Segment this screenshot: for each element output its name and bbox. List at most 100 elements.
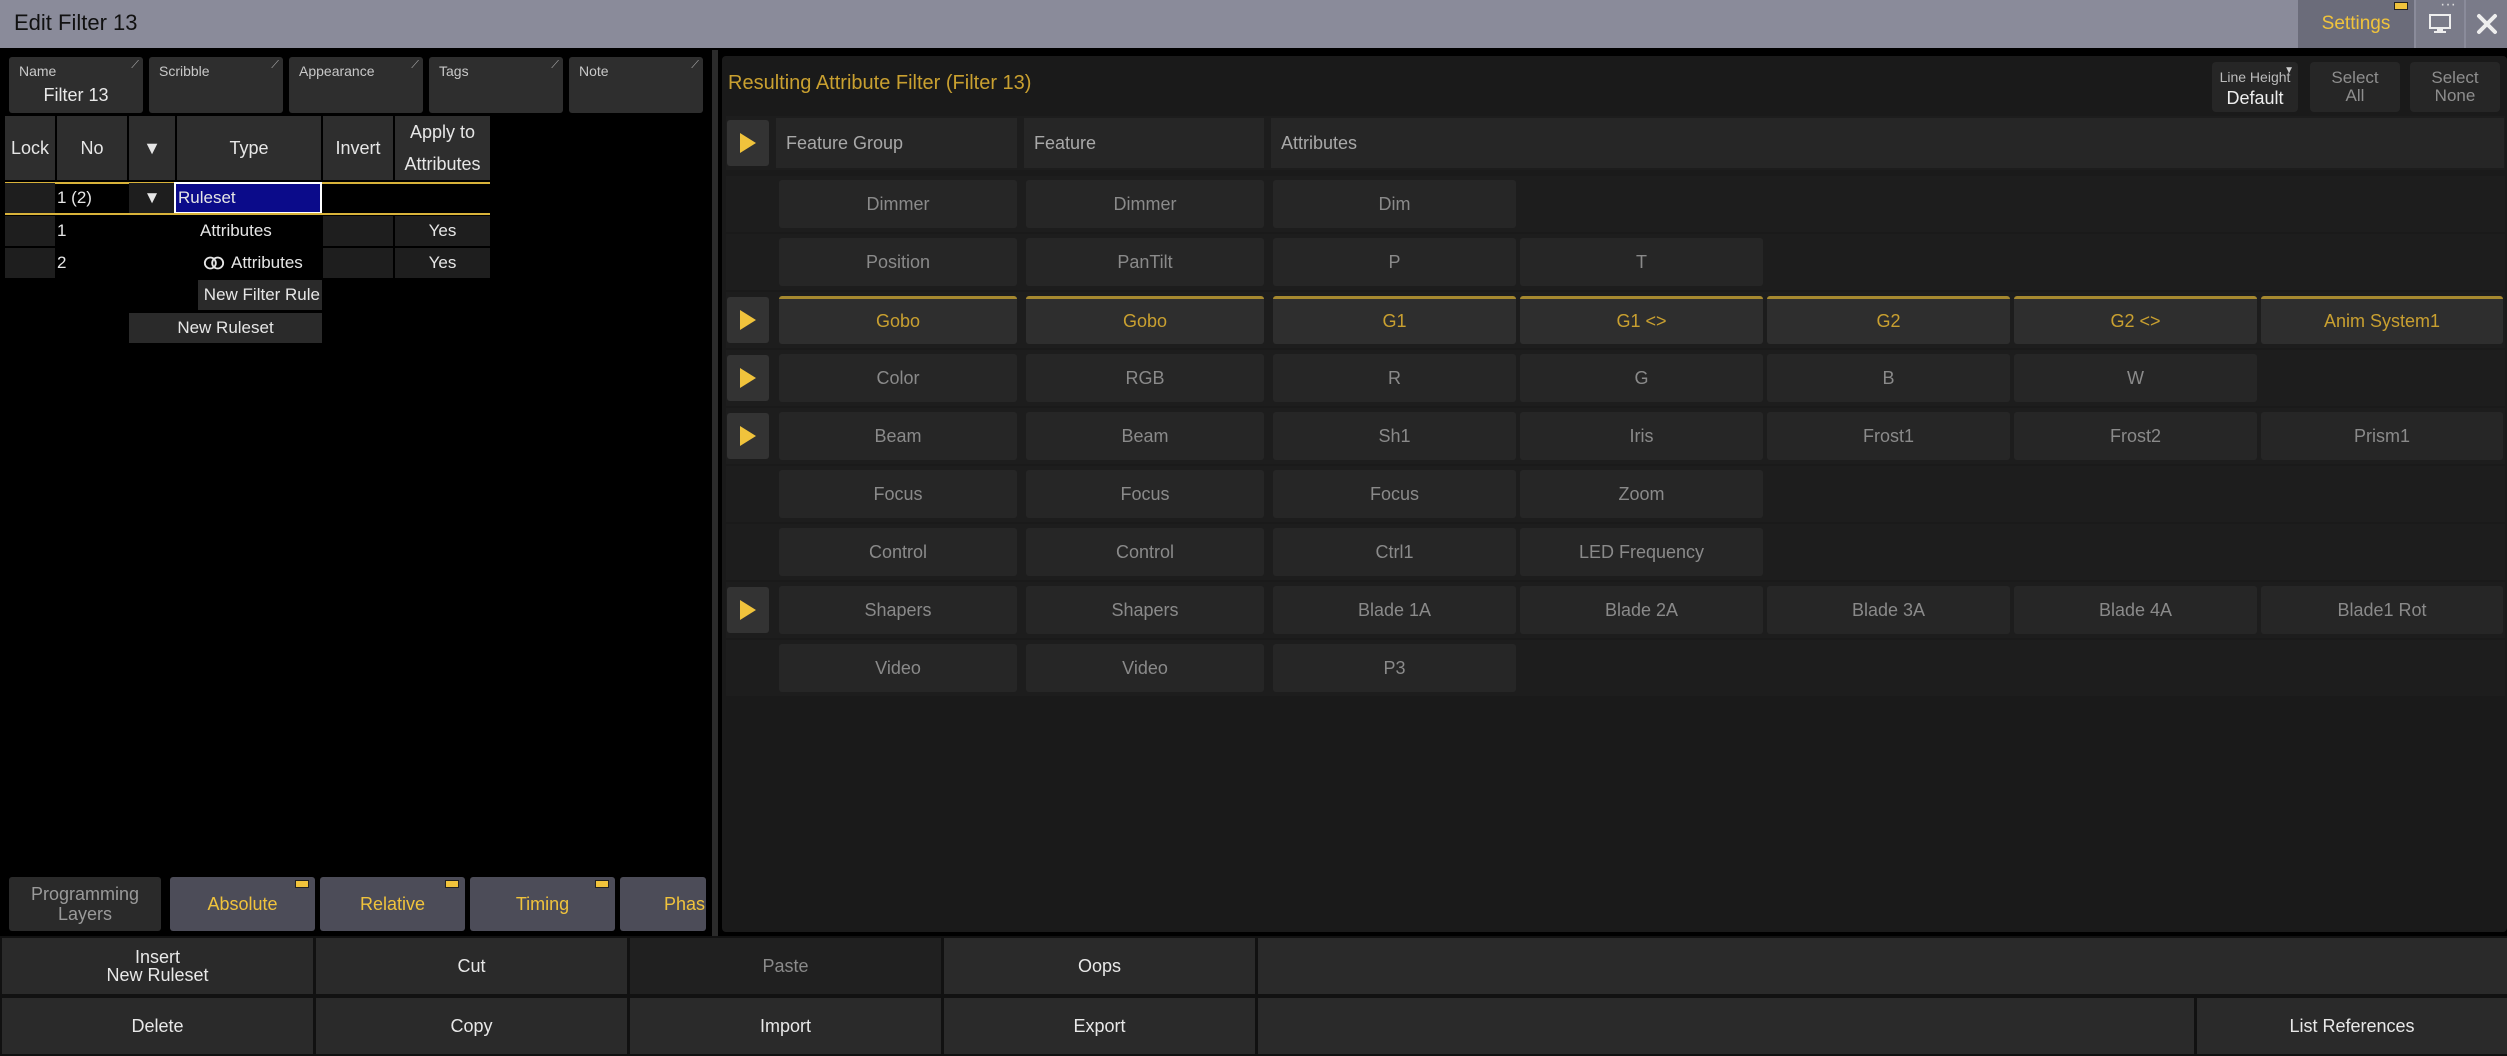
column-header-apply[interactable]: Apply to Attributes (395, 116, 490, 180)
tab-relative[interactable]: Relative (320, 877, 465, 931)
apply-cell[interactable]: Yes (395, 216, 490, 246)
copy-button[interactable]: Copy (316, 998, 627, 1054)
scribble-field[interactable]: Scribble ⟋ (149, 57, 283, 113)
feature-group-cell[interactable]: Control (779, 528, 1017, 576)
attribute-cell[interactable]: G2 <> (2014, 296, 2257, 344)
attribute-cell[interactable]: Sh1 (1273, 412, 1516, 460)
expand-all-button[interactable] (727, 120, 769, 166)
name-field[interactable]: Name ⟋ Filter 13 (9, 57, 143, 113)
delete-button[interactable]: Delete (2, 998, 313, 1054)
new-filter-rule-button[interactable]: New Filter Rule (198, 280, 322, 310)
select-none-button[interactable]: Select None (2410, 62, 2500, 112)
feature-cell[interactable]: PanTilt (1026, 238, 1264, 286)
column-header-no[interactable]: No (57, 116, 127, 180)
rule-type[interactable]: Attributes (200, 216, 322, 246)
feature-cell[interactable]: Gobo (1026, 296, 1264, 344)
tab-programming-layers[interactable]: Programming Layers (9, 877, 161, 931)
attribute-cell[interactable]: Focus (1273, 470, 1516, 518)
feature-group-cell[interactable]: Color (779, 354, 1017, 402)
attribute-cell[interactable]: Iris (1520, 412, 1763, 460)
list-references-button[interactable]: List References (2197, 998, 2507, 1054)
attribute-cell[interactable]: Blade 2A (1520, 586, 1763, 634)
lock-cell[interactable] (5, 248, 55, 278)
apply-cell[interactable]: Yes (395, 248, 490, 278)
attribute-cell[interactable]: G1 <> (1520, 296, 1763, 344)
attribute-cell[interactable]: Frost2 (2014, 412, 2257, 460)
rule-no[interactable]: 2 (57, 248, 127, 278)
expand-row-button[interactable] (727, 587, 769, 633)
panel-divider[interactable] (712, 50, 718, 936)
attribute-cell[interactable]: Prism1 (2261, 412, 2503, 460)
note-field[interactable]: Note ⟋ (569, 57, 703, 113)
appearance-field[interactable]: Appearance ⟋ (289, 57, 423, 113)
attribute-cell[interactable]: Frost1 (1767, 412, 2010, 460)
attribute-cell[interactable]: R (1273, 354, 1516, 402)
select-all-button[interactable]: Select All (2310, 62, 2400, 112)
ruleset-no[interactable]: 1 (2) (57, 183, 127, 213)
feature-group-cell[interactable]: Dimmer (779, 180, 1017, 228)
attribute-cell[interactable]: Blade1 Rot (2261, 586, 2503, 634)
more-icon[interactable]: ··· (2440, 0, 2456, 14)
feature-group-cell[interactable]: Position (779, 238, 1017, 286)
tab-absolute[interactable]: Absolute (170, 877, 315, 931)
insert-new-ruleset-button[interactable]: Insert New Ruleset (2, 938, 313, 994)
feature-group-cell[interactable]: Video (779, 644, 1017, 692)
expand-row-button[interactable] (727, 413, 769, 459)
new-ruleset-button[interactable]: New Ruleset (129, 313, 322, 343)
lock-cell[interactable] (5, 216, 55, 246)
feature-cell[interactable]: RGB (1026, 354, 1264, 402)
attribute-cell[interactable]: Anim System1 (2261, 296, 2503, 344)
attribute-cell[interactable]: Dim (1273, 180, 1516, 228)
feature-cell[interactable]: Focus (1026, 470, 1264, 518)
rule-type[interactable]: Attributes (231, 248, 322, 278)
export-button[interactable]: Export (944, 998, 1255, 1054)
attribute-cell[interactable]: G1 (1273, 296, 1516, 344)
attribute-cell[interactable]: P3 (1273, 644, 1516, 692)
column-header-type[interactable]: Type (177, 116, 321, 180)
cut-button[interactable]: Cut (316, 938, 627, 994)
invert-cell[interactable] (323, 216, 393, 246)
settings-button[interactable]: Settings (2298, 0, 2414, 48)
paste-button[interactable]: Paste (630, 938, 941, 994)
feature-cell[interactable]: Dimmer (1026, 180, 1264, 228)
feature-group-cell[interactable]: Focus (779, 470, 1017, 518)
tab-phaser[interactable]: Phas (620, 877, 706, 931)
attribute-cell[interactable]: Ctrl1 (1273, 528, 1516, 576)
ruleset-collapse-icon[interactable]: ▼ (129, 183, 175, 213)
tab-timing[interactable]: Timing (470, 877, 615, 931)
attribute-cell[interactable]: P (1273, 238, 1516, 286)
attribute-cell[interactable]: G2 (1767, 296, 2010, 344)
feature-cell[interactable]: Beam (1026, 412, 1264, 460)
rule-no[interactable]: 1 (57, 216, 127, 246)
attribute-cell[interactable]: B (1767, 354, 2010, 402)
attribute-cell[interactable]: Blade 4A (2014, 586, 2257, 634)
expand-row-button[interactable] (727, 355, 769, 401)
tags-field[interactable]: Tags ⟋ (429, 57, 563, 113)
feature-cell[interactable]: Shapers (1026, 586, 1264, 634)
expand-row-button[interactable] (727, 297, 769, 343)
feature-group-cell[interactable]: Beam (779, 412, 1017, 460)
column-header-lock[interactable]: Lock (5, 116, 55, 180)
attribute-cell[interactable]: Blade 1A (1273, 586, 1516, 634)
invert-cell[interactable] (323, 248, 393, 278)
feature-group-cell[interactable]: Gobo (779, 296, 1017, 344)
column-header-attributes[interactable]: Attributes (1271, 118, 2504, 168)
column-header-sort[interactable]: ▼ (129, 116, 175, 180)
ruleset-type-input[interactable]: Ruleset (174, 182, 322, 214)
attribute-cell[interactable]: Zoom (1520, 470, 1763, 518)
lock-cell[interactable] (5, 183, 55, 213)
oops-button[interactable]: Oops (944, 938, 1255, 994)
column-header-feature[interactable]: Feature (1024, 118, 1264, 168)
column-header-invert[interactable]: Invert (323, 116, 393, 180)
attribute-cell[interactable]: Blade 3A (1767, 586, 2010, 634)
attribute-cell[interactable]: T (1520, 238, 1763, 286)
attribute-cell[interactable]: W (2014, 354, 2257, 402)
feature-cell[interactable]: Control (1026, 528, 1264, 576)
feature-cell[interactable]: Video (1026, 644, 1264, 692)
attribute-cell[interactable]: LED Frequency (1520, 528, 1763, 576)
import-button[interactable]: Import (630, 998, 941, 1054)
close-button[interactable] (2466, 0, 2507, 48)
feature-group-cell[interactable]: Shapers (779, 586, 1017, 634)
attribute-cell[interactable]: G (1520, 354, 1763, 402)
column-header-feature-group[interactable]: Feature Group (776, 118, 1017, 168)
